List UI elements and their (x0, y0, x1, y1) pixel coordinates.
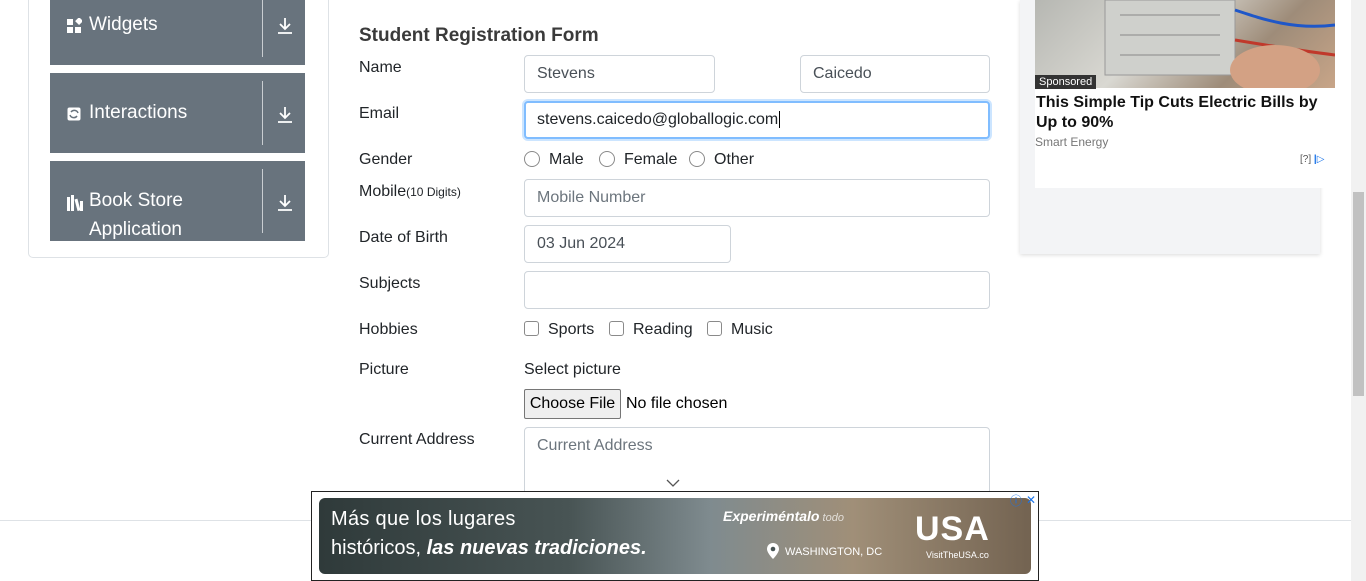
divider (262, 0, 263, 57)
bottom-ad-line2: históricos, las nuevas tradiciones. (331, 537, 647, 560)
bottom-ad-line2-plain: históricos, (331, 537, 427, 559)
sidebar-group-widgets[interactable]: Widgets (50, 0, 305, 65)
dob-input[interactable]: 03 Jun 2024 (524, 225, 731, 263)
no-file-text: No file chosen (626, 395, 728, 412)
download-icon[interactable] (275, 105, 295, 125)
bottom-ad-line1: Más que los lugares (331, 508, 516, 530)
select-picture-label: Select picture (524, 361, 621, 378)
gender-other-radio[interactable] (689, 151, 705, 167)
address-label: Current Address (359, 431, 475, 448)
choose-file-button[interactable]: Choose File (524, 389, 621, 419)
bottom-ad-experience-suffix: todo (819, 512, 844, 524)
side-ad-brand: Smart Energy (1035, 135, 1109, 149)
sidebar-group-label: Book Store (89, 190, 183, 211)
subjects-input[interactable] (524, 271, 990, 309)
download-icon[interactable] (275, 16, 295, 36)
mobile-input[interactable]: Mobile Number (524, 179, 990, 217)
hobby-sports-checkbox[interactable] (524, 321, 539, 336)
ad-info-text: [?] (1300, 154, 1312, 165)
bottom-ad-banner[interactable]: Más que los lugares históricos, las nuev… (319, 498, 1031, 574)
email-input[interactable]: stevens.caicedo@globallogic.com (524, 101, 990, 139)
email-value: stevens.caicedo@globallogic.com (537, 111, 779, 128)
bottom-banner-ad[interactable]: Más que los lugares históricos, las nuev… (311, 491, 1039, 581)
first-name-input[interactable]: Stevens (524, 55, 715, 93)
dob-label: Date of Birth (359, 229, 448, 246)
mobile-label: Mobile(10 Digits) (359, 183, 461, 201)
interactions-icon (67, 107, 81, 121)
hobbies-label: Hobbies (359, 321, 418, 338)
ad-info-icon[interactable]: ⓘ (1010, 492, 1022, 509)
sidebar-group-label: Widgets (89, 14, 158, 35)
page-scrollbar[interactable] (1351, 0, 1366, 581)
gender-female-label[interactable]: Female (624, 151, 677, 169)
gender-male-label[interactable]: Male (549, 151, 584, 169)
bottom-ad-experience: Experiméntalo todo (723, 508, 844, 524)
sponsored-badge: Sponsored (1035, 75, 1097, 89)
chevron-down-icon[interactable] (666, 478, 680, 488)
adchoices-icon[interactable]: |▷ (1314, 154, 1325, 165)
divider (262, 81, 263, 145)
bottom-ad-visit: VisitTheUSA.co (926, 550, 989, 560)
bottom-ad-experience-text: Experiméntalo (723, 508, 820, 524)
location-pin-icon (767, 543, 779, 559)
hobby-reading-label[interactable]: Reading (633, 321, 693, 339)
usa-logo: USA (915, 510, 990, 548)
form-title: Student Registration Form (359, 25, 599, 46)
hobby-sports-label[interactable]: Sports (548, 321, 594, 339)
scrollbar-thumb[interactable] (1353, 192, 1364, 396)
sidebar-group-book-store[interactable]: Book Store Application (50, 161, 305, 241)
name-label: Name (359, 59, 402, 76)
bottom-ad-location: WASHINGTON, DC (785, 546, 883, 558)
divider (262, 169, 263, 233)
mobile-hint: (10 Digits) (406, 185, 461, 199)
mobile-label-text: Mobile (359, 183, 407, 200)
sidebar-group-label: Application (89, 219, 182, 240)
ad-info-link[interactable]: [?] |▷ (1300, 154, 1324, 165)
download-icon[interactable] (275, 193, 295, 213)
hobby-reading-checkbox[interactable] (609, 321, 624, 336)
close-icon[interactable]: ✕ (1026, 493, 1036, 507)
gender-label: Gender (359, 151, 413, 168)
sidebar-group-label: Interactions (89, 102, 188, 123)
hobby-music-checkbox[interactable] (707, 321, 722, 336)
side-ad-title[interactable]: This Simple Tip Cuts Electric Bills by U… (1036, 93, 1331, 133)
gender-female-radio[interactable] (599, 151, 615, 167)
book-store-icon (67, 195, 83, 211)
subjects-label: Subjects (359, 275, 421, 292)
gender-other-label[interactable]: Other (714, 151, 754, 169)
sidebar-group-interactions[interactable]: Interactions (50, 73, 305, 153)
picture-label: Picture (359, 361, 409, 378)
bottom-ad-line2-bold: las nuevas tradiciones. (426, 537, 647, 559)
last-name-input[interactable]: Caicedo (800, 55, 990, 93)
widgets-icon (67, 18, 82, 33)
hobby-music-label[interactable]: Music (731, 321, 773, 339)
page: Widgets Interactions Book Store Applicat… (0, 0, 1366, 581)
gender-male-radio[interactable] (524, 151, 540, 167)
email-label: Email (359, 105, 400, 122)
address-placeholder: Current Address (537, 437, 653, 454)
